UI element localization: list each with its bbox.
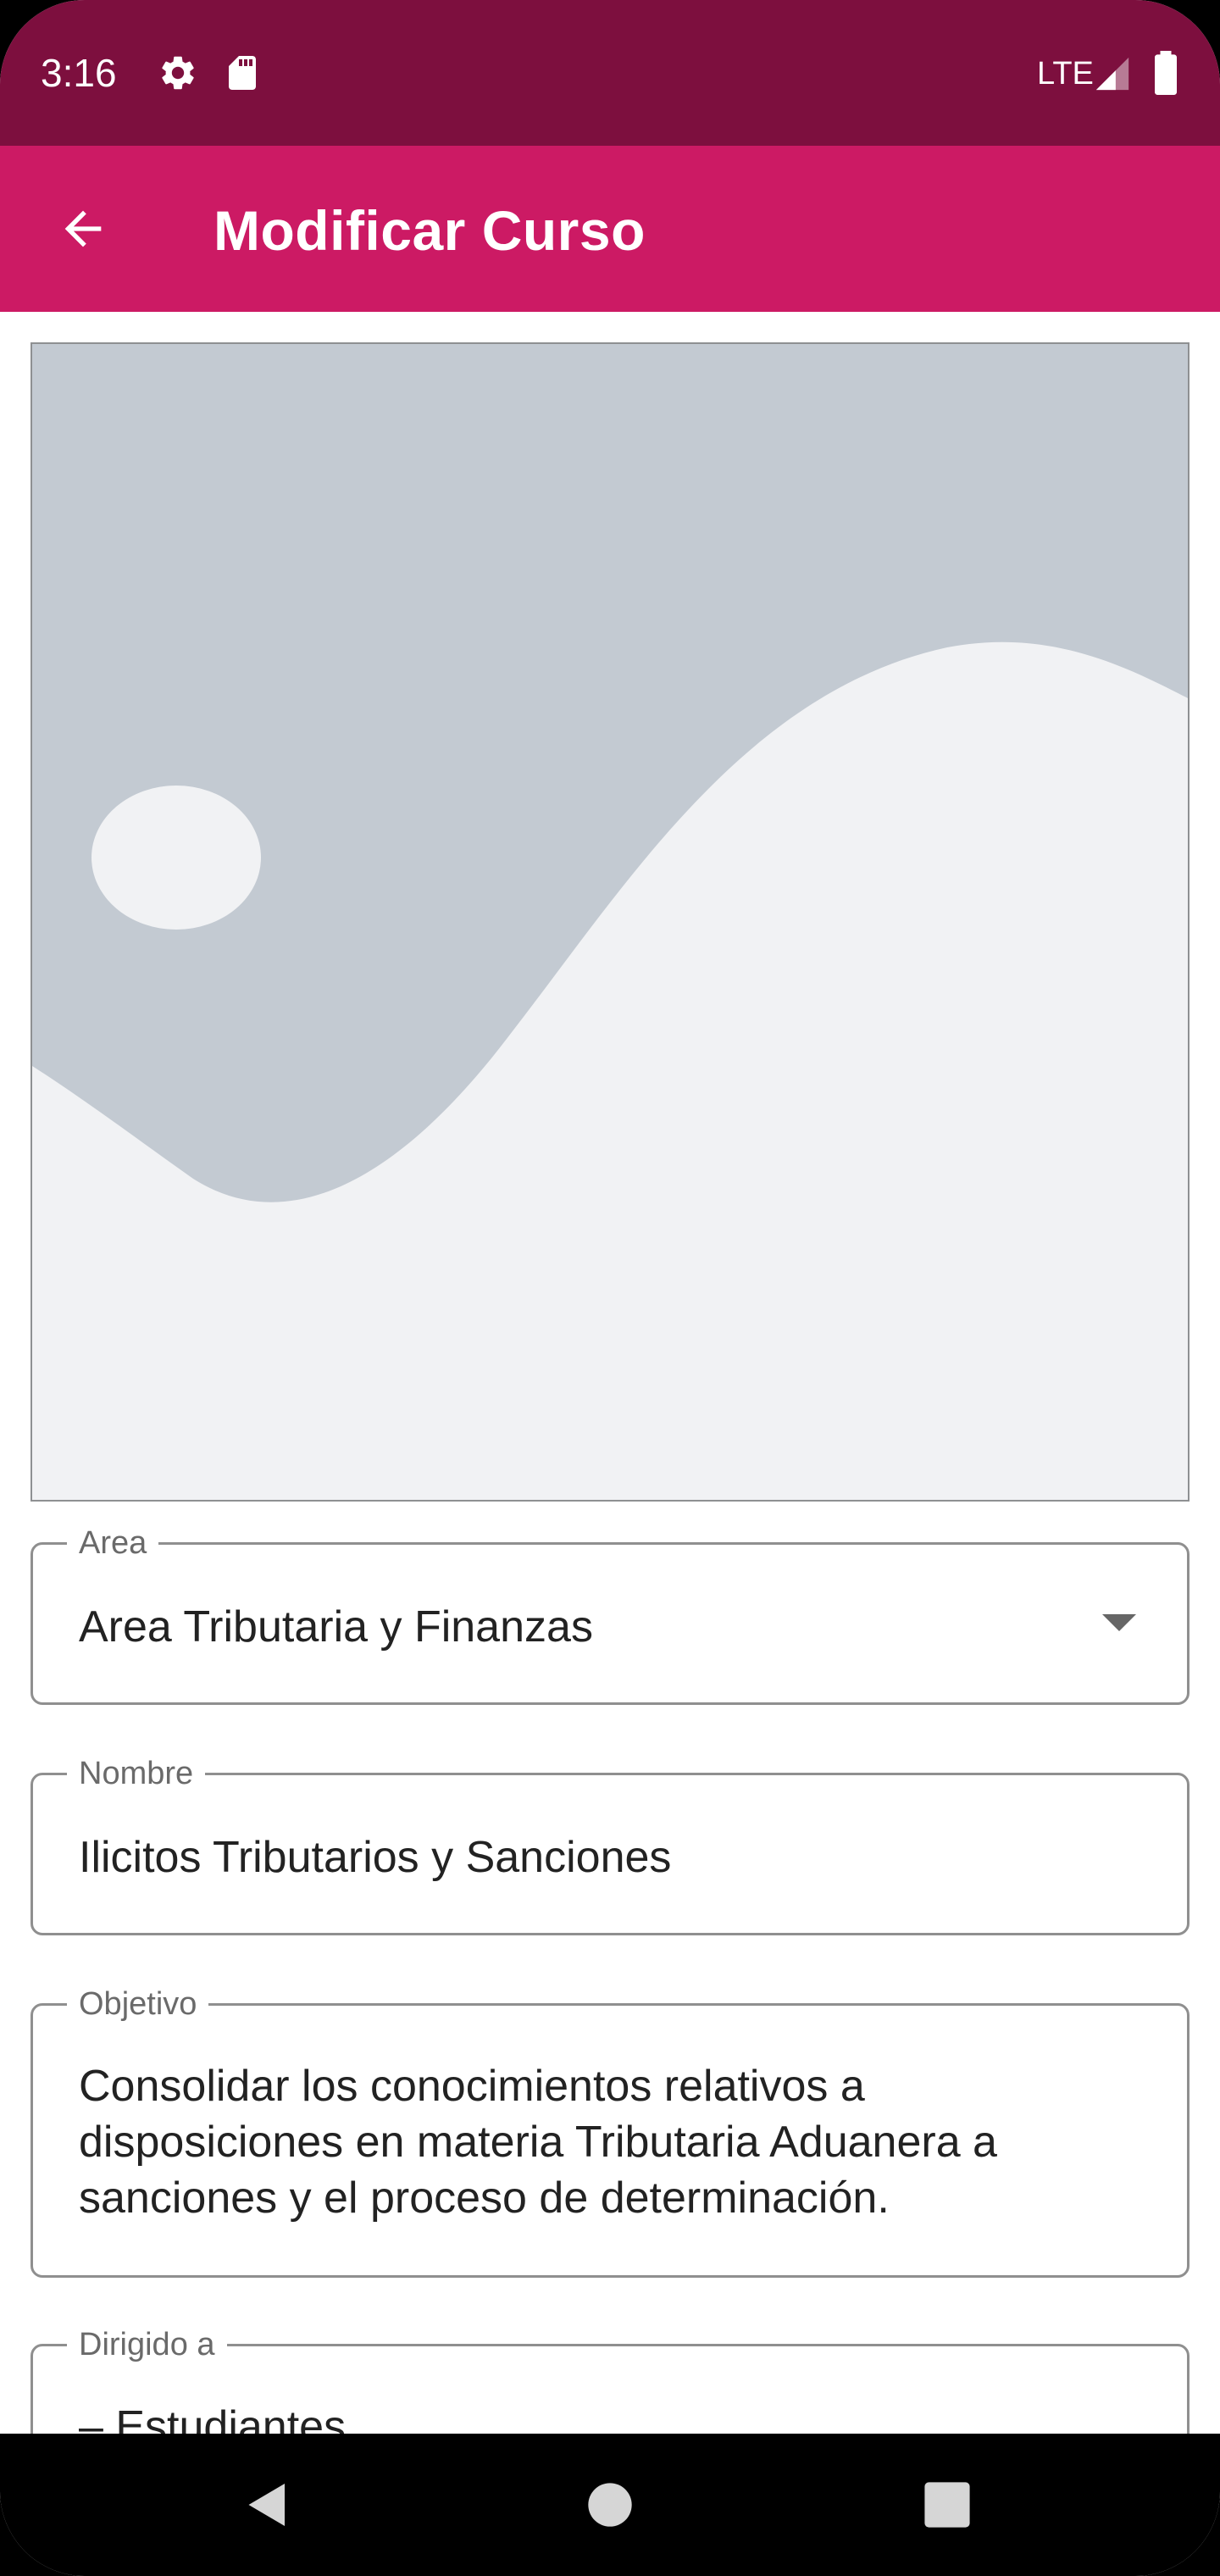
objetivo-line: disposiciones en materia Tributaria Adua…: [79, 2118, 997, 2167]
nav-recents-button[interactable]: [913, 2471, 981, 2539]
recents-square-icon: [924, 2482, 970, 2528]
navigation-bar: [0, 2434, 1220, 2576]
signal-icon: [1095, 57, 1129, 91]
area-dropdown[interactable]: Area Area Tributaria y Finanzas: [30, 1523, 1190, 1705]
course-image[interactable]: [30, 342, 1190, 1502]
sd-card-icon: [229, 56, 256, 90]
area-label: Area: [67, 1523, 159, 1563]
dropdown-arrow-icon[interactable]: [1102, 1614, 1136, 1631]
dirigido-field[interactable]: Dirigido a – Estudiantes: [30, 2324, 1190, 2434]
area-value: Area Tributaria y Finanzas: [79, 1602, 593, 1652]
nombre-field[interactable]: Nombre Ilicitos Tributarios y Sanciones: [30, 1753, 1190, 1935]
nav-home-button[interactable]: [576, 2471, 644, 2539]
dirigido-value: – Estudiantes: [79, 2402, 347, 2434]
objetivo-line: Consolidar los conocimientos relativos a: [79, 2062, 865, 2111]
back-triangle-icon: [248, 2484, 285, 2526]
nombre-value: Ilicitos Tributarios y Sanciones: [79, 1833, 672, 1882]
arrow-back-icon: [64, 210, 102, 247]
app-bar: Modificar Curso: [0, 146, 1220, 312]
dirigido-label: Dirigido a: [67, 2324, 227, 2365]
objetivo-label: Objetivo: [67, 1984, 209, 2024]
network-type: LTE: [1037, 56, 1094, 92]
status-time: 3:16: [41, 51, 117, 95]
battery-icon: [1155, 51, 1177, 95]
objetivo-field[interactable]: Objetivo Consolidar los conocimientos re…: [30, 1984, 1190, 2278]
settings-icon: [162, 56, 194, 90]
form-content[interactable]: Area Area Tributaria y Finanzas Nombre I…: [0, 312, 1220, 2434]
objetivo-value: Consolidar los conocimientos relativos a…: [79, 2058, 1077, 2226]
back-button[interactable]: [41, 186, 125, 271]
image-placeholder-icon: [32, 344, 1188, 1500]
nav-back-button[interactable]: [234, 2471, 302, 2539]
status-bar: 3:16 LTE: [0, 0, 1220, 146]
page-title: Modificar Curso: [214, 199, 646, 262]
objetivo-line: sanciones y el proceso de determinación.: [79, 2174, 890, 2223]
nombre-label: Nombre: [67, 1753, 206, 1794]
home-circle-icon: [588, 2483, 632, 2527]
phone-screen: 3:16 LTE Modificar Curso Area Area Tribu…: [0, 0, 1220, 2576]
